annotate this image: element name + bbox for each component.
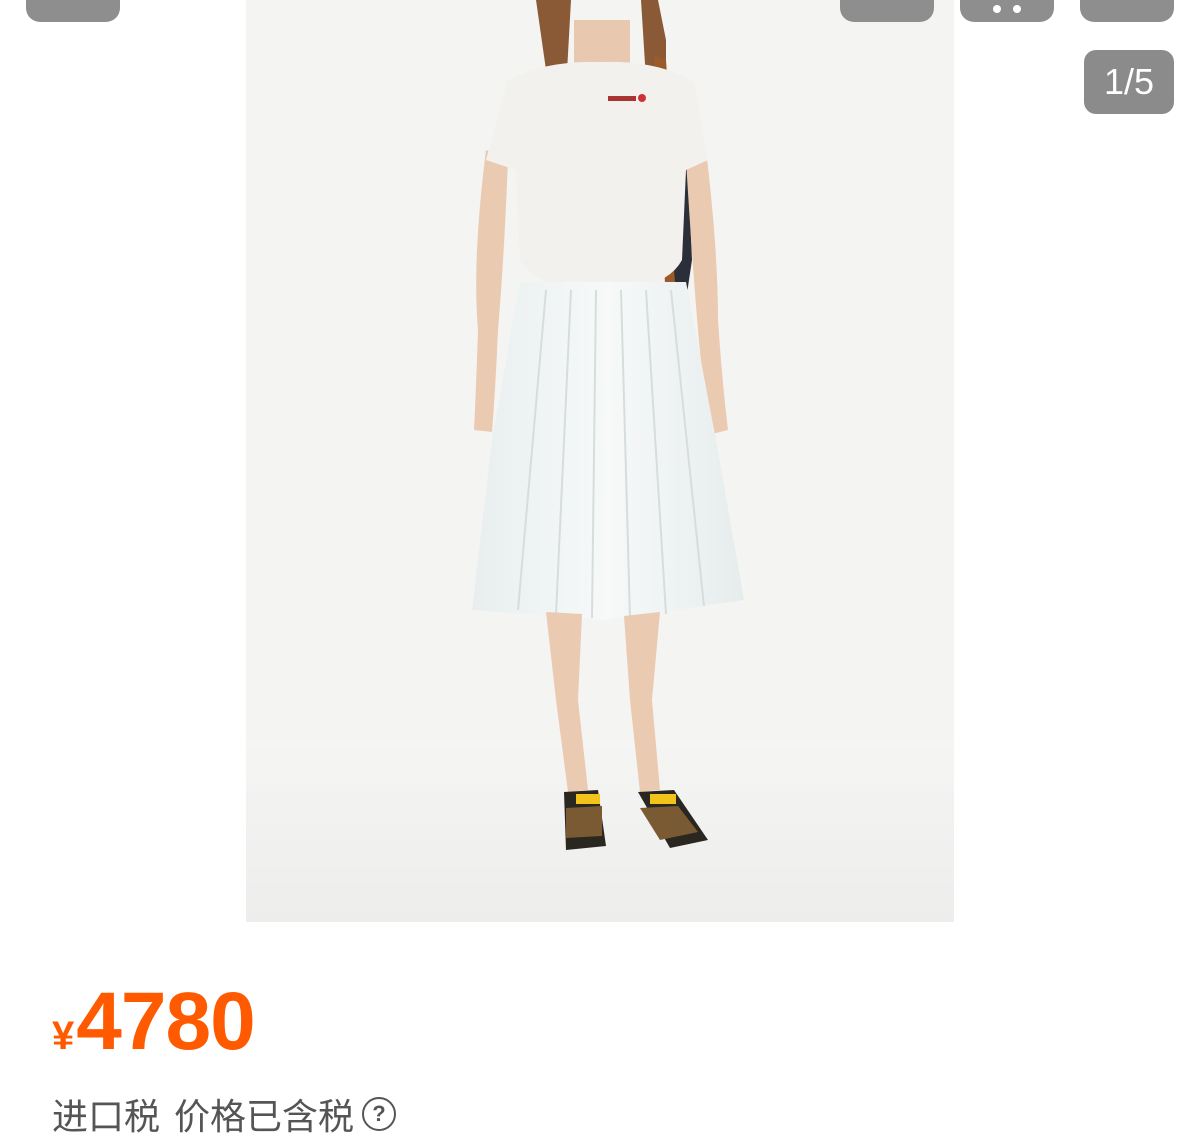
price-amount: 4780 [76, 976, 255, 1067]
product-photo-illustration [246, 0, 954, 922]
tax-note: 价格已含税 [174, 1097, 355, 1138]
image-pager-indicator: 1/5 [1084, 50, 1174, 114]
more-icon [993, 5, 1021, 13]
price: ¥ 4780 [52, 975, 256, 1069]
question-circle-icon[interactable]: ? [362, 1097, 397, 1131]
share-button[interactable] [840, 0, 934, 22]
product-image[interactable] [246, 0, 954, 922]
cart-button[interactable] [1080, 0, 1174, 22]
price-currency: ¥ [52, 1014, 75, 1058]
tax-label: 进口税 [52, 1097, 161, 1138]
more-button[interactable] [960, 0, 1054, 22]
product-detail-page: 1/5 ¥ 4780 进口税 价格已含税 ? [0, 0, 1200, 1146]
tax-info[interactable]: 进口税 价格已含税 ? [52, 1088, 397, 1140]
back-button[interactable] [26, 0, 120, 22]
